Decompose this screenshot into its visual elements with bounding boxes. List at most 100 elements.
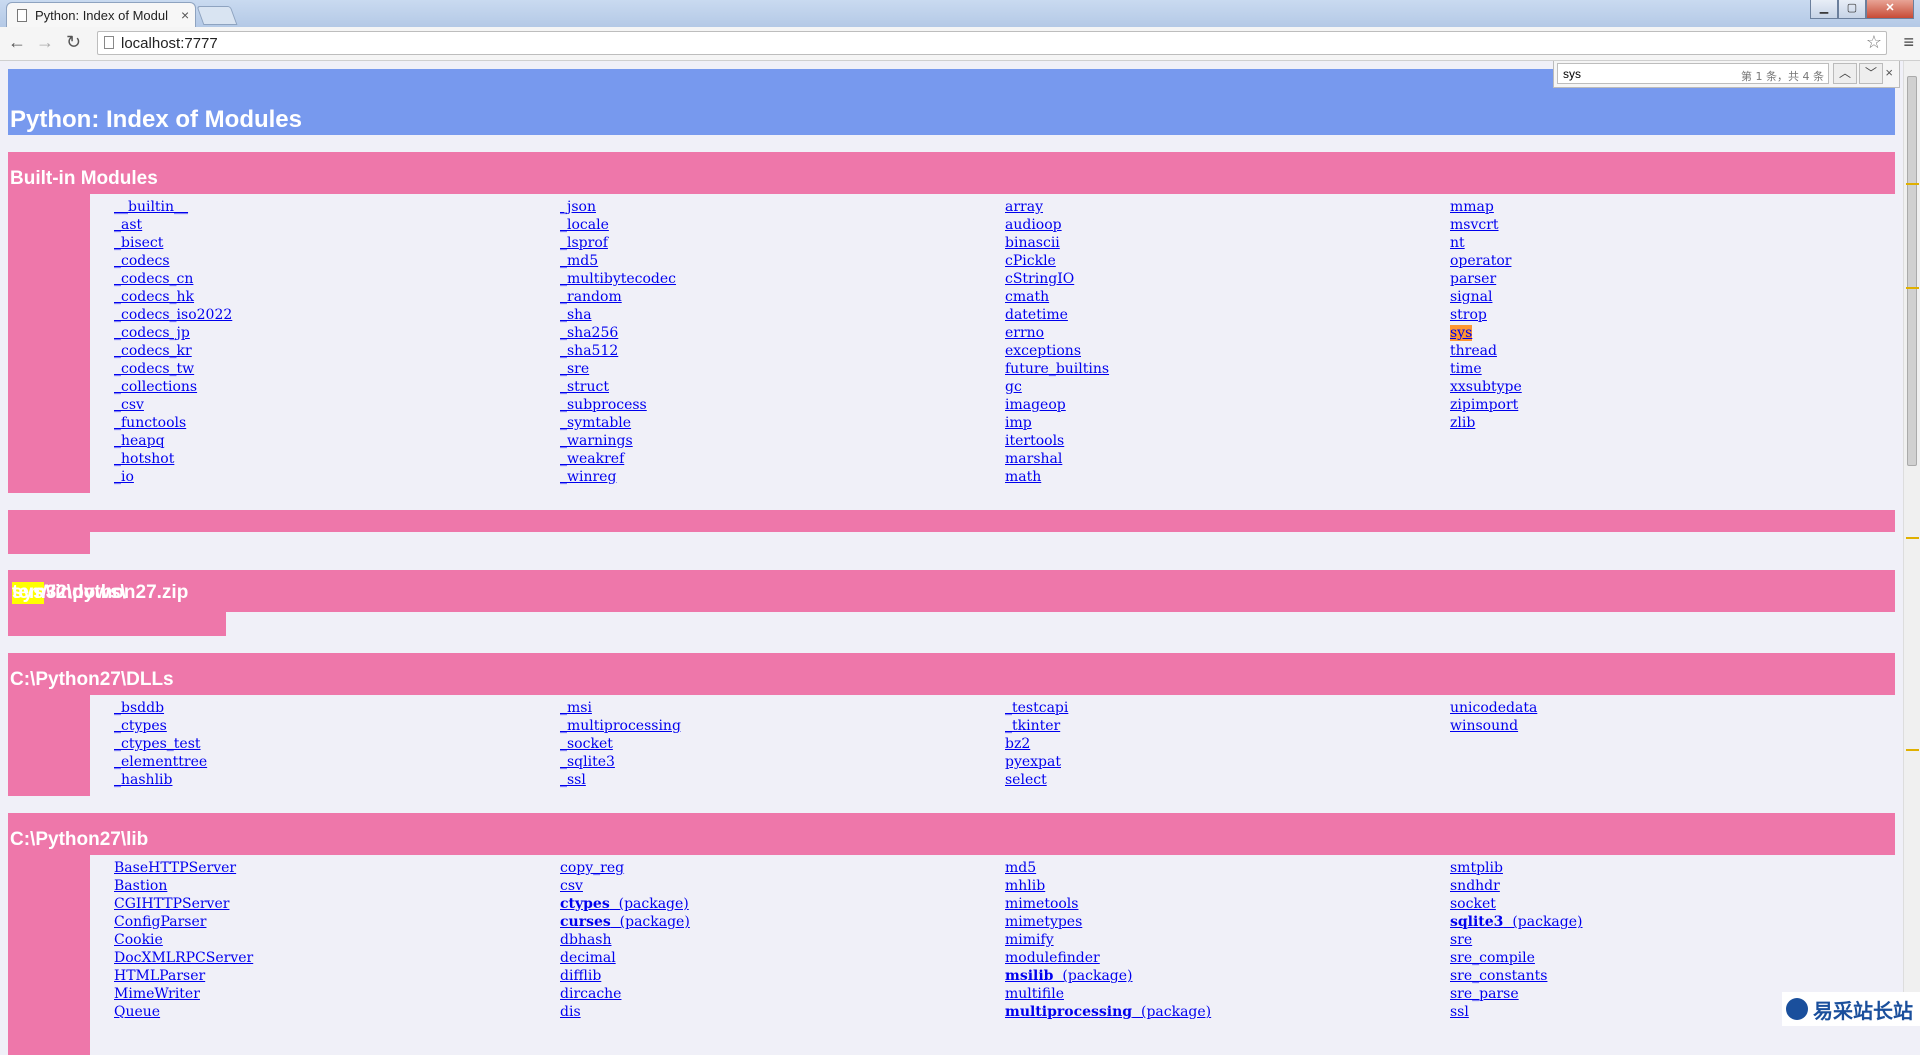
module-link[interactable]: dbhash xyxy=(560,931,690,949)
module-link[interactable]: _md5 xyxy=(560,252,676,270)
module-link[interactable]: _symtable xyxy=(560,414,676,432)
module-link[interactable]: dis xyxy=(560,1003,690,1021)
module-link[interactable]: errno xyxy=(1005,324,1109,342)
module-link[interactable]: operator xyxy=(1450,252,1522,270)
module-link[interactable]: multiprocessing (package) xyxy=(1005,1003,1211,1021)
scrollbar-thumb[interactable] xyxy=(1907,76,1917,466)
module-link[interactable]: _sha512 xyxy=(560,342,676,360)
module-link[interactable]: _winreg xyxy=(560,468,676,486)
module-link[interactable]: socket xyxy=(1450,895,1583,913)
module-link[interactable]: _random xyxy=(560,288,676,306)
module-link[interactable]: BaseHTTPServer xyxy=(114,859,253,877)
module-link[interactable]: _codecs_kr xyxy=(114,342,232,360)
module-link[interactable]: _codecs_hk xyxy=(114,288,232,306)
module-link[interactable]: gc xyxy=(1005,378,1109,396)
module-link[interactable]: _subprocess xyxy=(560,396,676,414)
module-link[interactable]: smtplib xyxy=(1450,859,1583,877)
find-input[interactable]: sys 第 1 条，共 4 条 xyxy=(1557,63,1829,84)
module-link[interactable]: _socket xyxy=(560,735,681,753)
module-link[interactable]: itertools xyxy=(1005,432,1109,450)
module-link[interactable]: datetime xyxy=(1005,306,1109,324)
module-link[interactable]: cPickle xyxy=(1005,252,1109,270)
module-link[interactable]: imp xyxy=(1005,414,1109,432)
module-link[interactable]: msvcrt xyxy=(1450,216,1522,234)
module-link[interactable]: _sre xyxy=(560,360,676,378)
module-link[interactable]: decimal xyxy=(560,949,690,967)
module-link[interactable]: _multiprocessing xyxy=(560,717,681,735)
module-link[interactable]: ConfigParser xyxy=(114,913,253,931)
module-link[interactable]: mimetypes xyxy=(1005,913,1211,931)
module-link[interactable]: sre_constants xyxy=(1450,967,1583,985)
maximize-icon[interactable]: ▢ xyxy=(1838,0,1866,19)
module-link[interactable]: sre xyxy=(1450,931,1583,949)
new-tab-button[interactable] xyxy=(196,6,238,25)
module-link[interactable]: exceptions xyxy=(1005,342,1109,360)
module-link[interactable]: _sha xyxy=(560,306,676,324)
module-link[interactable]: _msi xyxy=(560,699,681,717)
module-link[interactable]: curses (package) xyxy=(560,913,690,931)
back-icon[interactable]: ← xyxy=(8,32,26,53)
reload-icon[interactable]: ↻ xyxy=(66,32,81,53)
module-link[interactable]: sre_parse xyxy=(1450,985,1583,1003)
module-link[interactable]: _multibytecodec xyxy=(560,270,676,288)
module-link[interactable]: thread xyxy=(1450,342,1522,360)
module-link[interactable]: Queue xyxy=(114,1003,253,1021)
module-link[interactable]: _io xyxy=(114,468,232,486)
module-link[interactable]: _tkinter xyxy=(1005,717,1068,735)
module-link[interactable]: modulefinder xyxy=(1005,949,1211,967)
module-link[interactable]: __builtin__ xyxy=(114,198,232,216)
module-link[interactable]: _ssl xyxy=(560,771,681,789)
module-link[interactable]: _codecs xyxy=(114,252,232,270)
module-link[interactable]: future_builtins xyxy=(1005,360,1109,378)
find-next-icon[interactable]: ﹀ xyxy=(1859,63,1883,84)
module-link[interactable]: _lsprof xyxy=(560,234,676,252)
module-link[interactable]: mmap xyxy=(1450,198,1522,216)
module-link[interactable]: _weakref xyxy=(560,450,676,468)
module-link[interactable]: _elementtree xyxy=(114,753,207,771)
module-link[interactable]: marshal xyxy=(1005,450,1109,468)
module-link[interactable]: nt xyxy=(1450,234,1522,252)
module-link[interactable]: Cookie xyxy=(114,931,253,949)
module-link[interactable]: time xyxy=(1450,360,1522,378)
module-link[interactable]: sys xyxy=(1450,324,1522,342)
module-link[interactable]: mimetools xyxy=(1005,895,1211,913)
module-link[interactable]: _codecs_tw xyxy=(114,360,232,378)
close-window-icon[interactable]: ✕ xyxy=(1866,0,1914,19)
module-link[interactable]: audioop xyxy=(1005,216,1109,234)
module-link[interactable]: _json xyxy=(560,198,676,216)
module-link[interactable]: mimify xyxy=(1005,931,1211,949)
module-link[interactable]: sndhdr xyxy=(1450,877,1583,895)
module-link[interactable]: mhlib xyxy=(1005,877,1211,895)
module-link[interactable]: dircache xyxy=(560,985,690,1003)
module-link[interactable]: HTMLParser xyxy=(114,967,253,985)
module-link[interactable]: bz2 xyxy=(1005,735,1068,753)
bookmark-star-icon[interactable]: ☆ xyxy=(1866,32,1882,53)
module-link[interactable]: msilib (package) xyxy=(1005,967,1211,985)
module-link[interactable]: ctypes (package) xyxy=(560,895,690,913)
module-link[interactable]: _codecs_iso2022 xyxy=(114,306,232,324)
menu-icon[interactable]: ≡ xyxy=(1903,32,1914,53)
module-link[interactable]: _struct xyxy=(560,378,676,396)
module-link[interactable]: signal xyxy=(1450,288,1522,306)
module-link[interactable]: zlib xyxy=(1450,414,1522,432)
module-link[interactable]: pyexpat xyxy=(1005,753,1068,771)
module-link[interactable]: _bisect xyxy=(114,234,232,252)
module-link[interactable]: multifile xyxy=(1005,985,1211,1003)
module-link[interactable]: CGIHTTPServer xyxy=(114,895,253,913)
vertical-scrollbar[interactable] xyxy=(1903,61,1920,1026)
module-link[interactable]: array xyxy=(1005,198,1109,216)
module-link[interactable]: select xyxy=(1005,771,1068,789)
module-link[interactable]: _warnings xyxy=(560,432,676,450)
module-link[interactable]: _codecs_jp xyxy=(114,324,232,342)
module-link[interactable]: csv xyxy=(560,877,690,895)
minimize-icon[interactable]: ▁ xyxy=(1810,0,1838,19)
module-link[interactable]: _heapq xyxy=(114,432,232,450)
module-link[interactable]: winsound xyxy=(1450,717,1537,735)
module-link[interactable]: sqlite3 (package) xyxy=(1450,913,1583,931)
module-link[interactable]: _testcapi xyxy=(1005,699,1068,717)
module-link[interactable]: _collections xyxy=(114,378,232,396)
module-link[interactable]: xxsubtype xyxy=(1450,378,1522,396)
address-bar[interactable]: localhost:7777 ☆ xyxy=(97,31,1887,55)
tab-close-icon[interactable]: × xyxy=(181,7,189,23)
module-link[interactable]: _functools xyxy=(114,414,232,432)
